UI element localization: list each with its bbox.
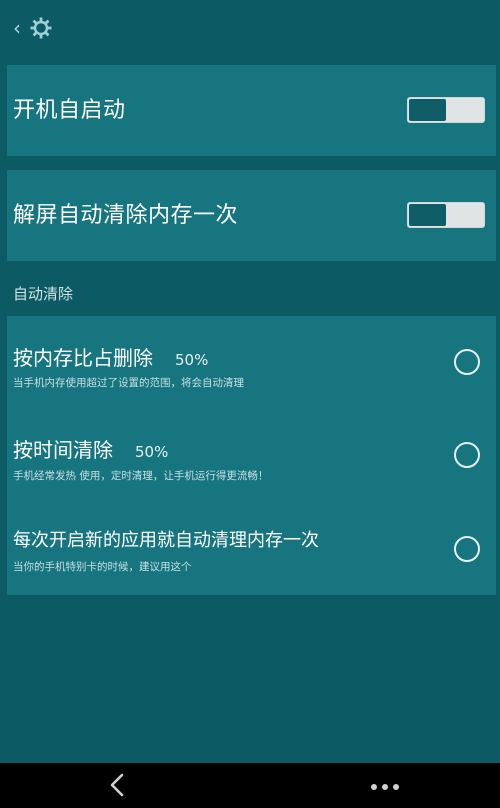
- option-title-text: 按时间清除: [13, 438, 113, 462]
- autostart-setting-row: 开机自启动: [7, 65, 496, 156]
- autostart-label: 开机自启动: [13, 98, 126, 123]
- option-description: 当手机内存使用超过了设置的范围，将会自动清理: [13, 377, 244, 389]
- back-chevron-icon[interactable]: ‹: [13, 18, 21, 38]
- option-title-text: 按内存比占删除: [13, 346, 153, 370]
- option-description: 当你的手机特别卡的时候，建议用这个: [13, 561, 192, 573]
- unlock-clean-toggle[interactable]: [407, 202, 485, 228]
- navigation-bar: [0, 763, 500, 808]
- unlock-clean-label: 解屏自动清除内存一次: [13, 203, 239, 228]
- option-value: 50%: [175, 351, 209, 369]
- auto-clean-options: 按内存比占删除 50% 当手机内存使用超过了设置的范围，将会自动清理 按时间清除 5…: [7, 316, 496, 595]
- option-title: 每次开启新的应用就自动清理内存一次: [13, 526, 319, 552]
- section-title: 自动清除: [13, 285, 74, 303]
- toggle-knob: [409, 204, 446, 226]
- gear-icon[interactable]: [29, 16, 53, 40]
- option-by-time[interactable]: 按时间清除 50% 手机经常发热 使用，定时清理，让手机运行得更流畅！: [7, 409, 496, 502]
- toggle-knob: [409, 99, 446, 121]
- option-on-app-launch[interactable]: 每次开启新的应用就自动清理内存一次 当你的手机特别卡的时候，建议用这个: [7, 502, 496, 595]
- option-title: 按时间清除 50%: [13, 434, 168, 463]
- option-radio[interactable]: [454, 349, 480, 375]
- option-title: 按内存比占删除 50%: [13, 342, 208, 371]
- option-radio[interactable]: [454, 442, 480, 468]
- option-description: 手机经常发热 使用，定时清理，让手机运行得更流畅！: [13, 470, 269, 482]
- autostart-toggle[interactable]: [407, 97, 485, 123]
- back-arrow-icon[interactable]: [104, 771, 132, 799]
- more-dots-icon[interactable]: [370, 783, 400, 791]
- top-bar: ‹: [0, 0, 500, 62]
- option-value: 50%: [135, 443, 169, 461]
- option-memory-ratio[interactable]: 按内存比占删除 50% 当手机内存使用超过了设置的范围，将会自动清理: [7, 316, 496, 409]
- unlock-clean-setting-row: 解屏自动清除内存一次: [7, 170, 496, 261]
- option-radio[interactable]: [454, 536, 480, 562]
- option-title-text: 每次开启新的应用就自动清理内存一次: [13, 530, 319, 551]
- settings-screen: { "header": { "back_icon": "chevron-left…: [0, 0, 500, 808]
